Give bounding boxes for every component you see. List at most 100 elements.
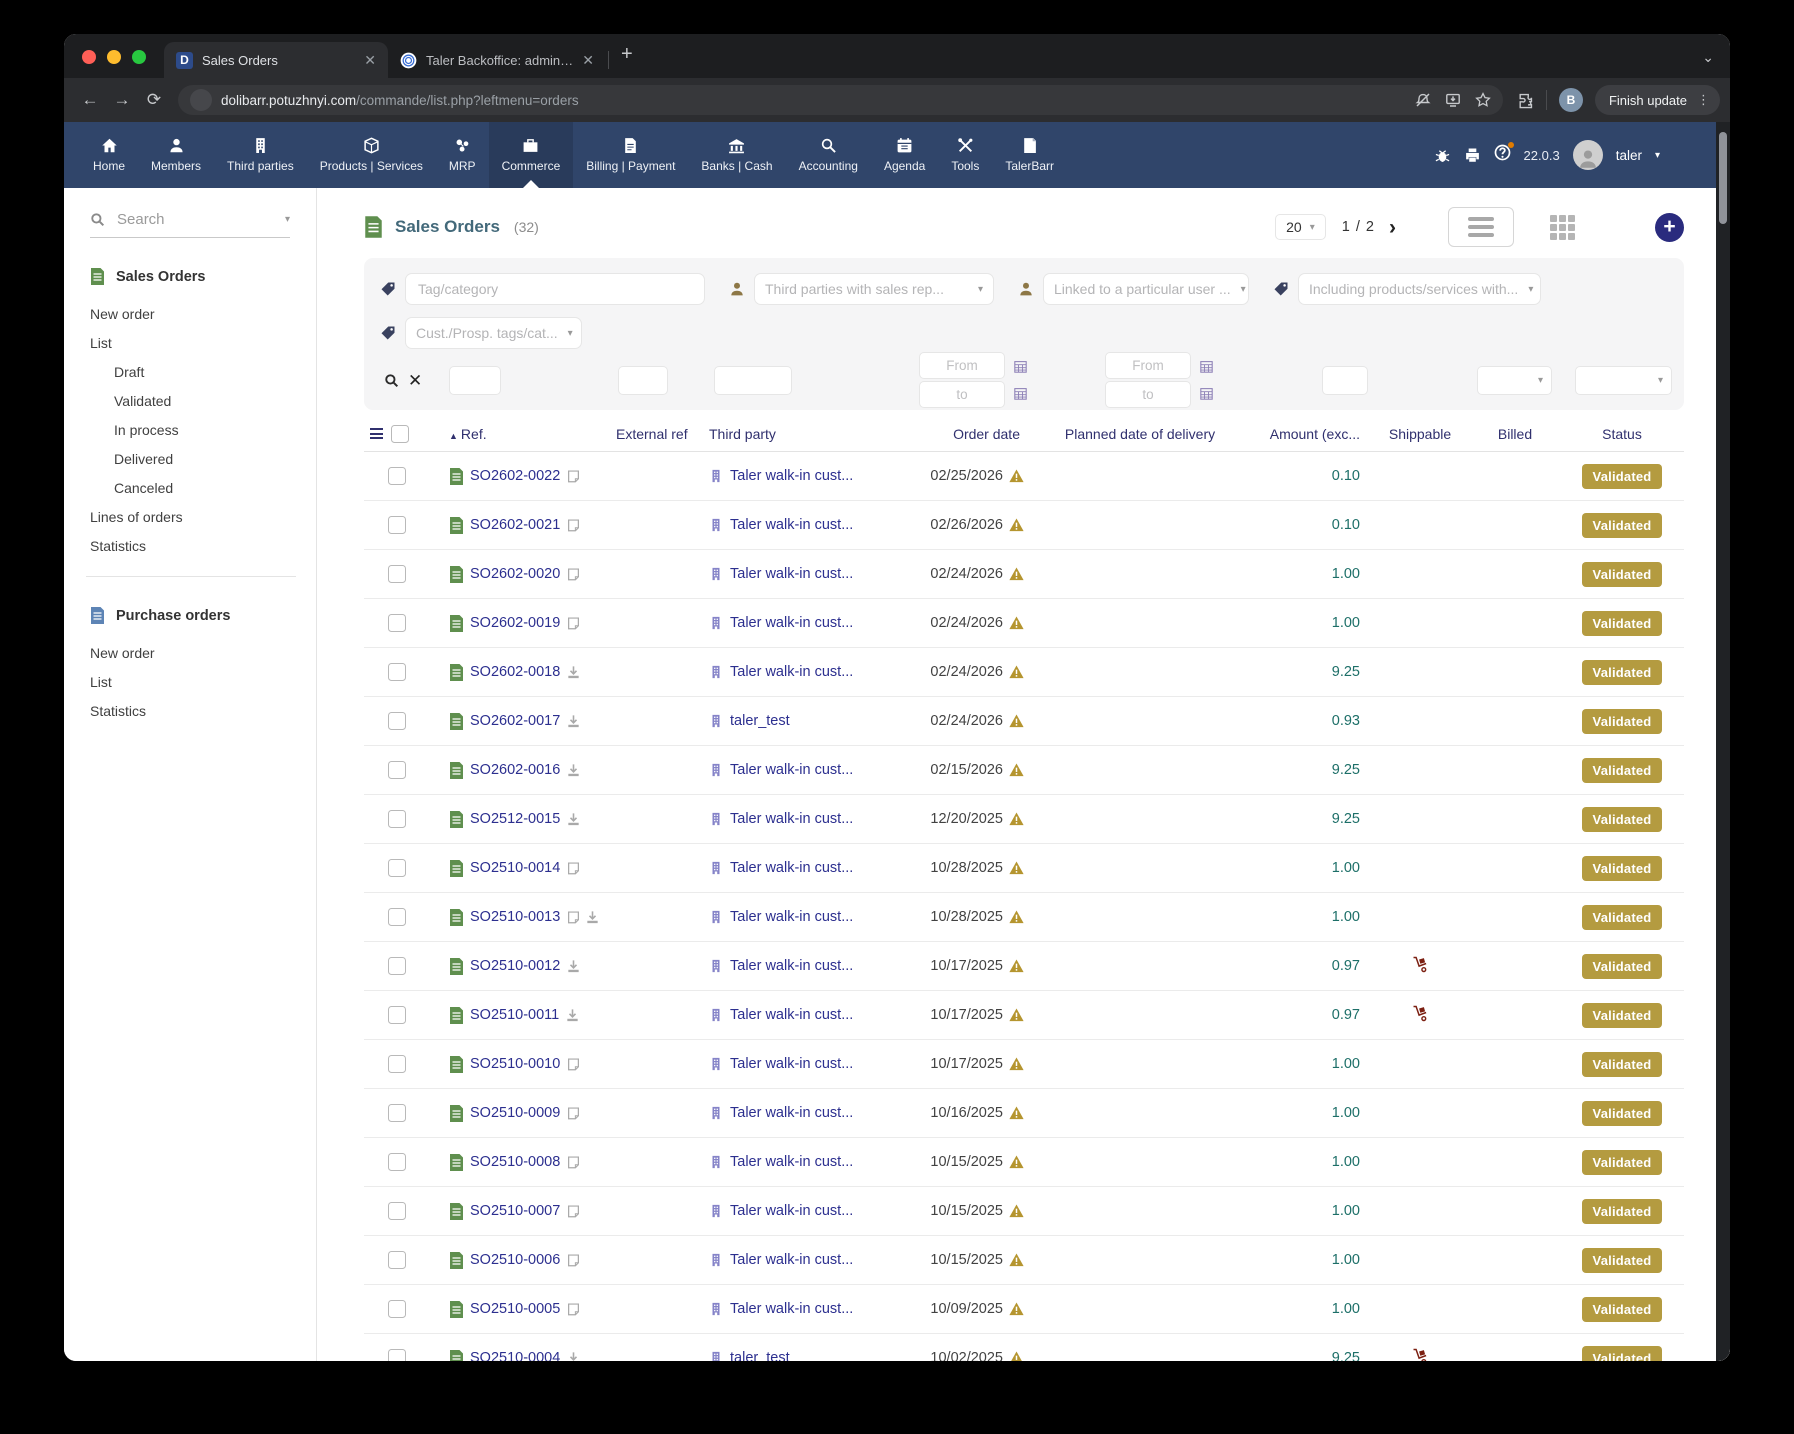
col-planned-delivery[interactable]: Planned date of delivery (1030, 426, 1250, 442)
sidebar-section-title[interactable]: Sales Orders (90, 268, 316, 285)
order-ref-link[interactable]: SO2510-0011 (470, 1007, 559, 1023)
search-caret-icon[interactable]: ▾ (285, 214, 290, 225)
sidebar-item-new-order[interactable]: New order (90, 299, 316, 328)
amount-value[interactable]: 9.25 (1332, 1350, 1360, 1361)
minimize-window-button[interactable] (107, 50, 121, 64)
order-ref-link[interactable]: SO2602-0016 (470, 762, 560, 778)
nav-item-mrp[interactable]: MRP (436, 122, 489, 188)
note-icon[interactable] (566, 469, 581, 484)
third-party-link[interactable]: Taler walk-in cust... (730, 1252, 853, 1268)
print-icon[interactable] (1464, 147, 1481, 164)
amount-value[interactable]: 9.25 (1332, 664, 1360, 680)
order-ref-link[interactable]: SO2602-0022 (470, 468, 560, 484)
sidebar-item-delivered[interactable]: Delivered (90, 444, 316, 473)
sidebar-item-canceled[interactable]: Canceled (90, 473, 316, 502)
list-view-button[interactable] (1448, 207, 1514, 247)
amount-value[interactable]: 1.00 (1332, 1301, 1360, 1317)
amount-value[interactable]: 9.25 (1332, 811, 1360, 827)
download-icon[interactable] (565, 1008, 580, 1023)
close-window-button[interactable] (82, 50, 96, 64)
row-checkbox[interactable] (388, 663, 406, 681)
third-party-link[interactable]: Taler walk-in cust... (730, 860, 853, 876)
status-filter-select[interactable]: ▾ (1575, 366, 1672, 395)
user-avatar[interactable] (1573, 140, 1603, 170)
amount-value[interactable]: 1.00 (1332, 1154, 1360, 1170)
third-party-link[interactable]: Taler walk-in cust... (730, 664, 853, 680)
sidebar-section-title[interactable]: Purchase orders (90, 607, 316, 624)
download-icon[interactable] (566, 812, 581, 827)
amount-value[interactable]: 1.00 (1332, 1252, 1360, 1268)
row-checkbox[interactable] (388, 1349, 406, 1361)
tab-search-icon[interactable]: ⌄ (1702, 49, 1714, 66)
tab-taler-backoffice[interactable]: Taler Backoffice: admin: Orde ✕ (388, 42, 606, 78)
browser-profile-avatar[interactable]: B (1559, 88, 1583, 112)
row-checkbox[interactable] (388, 565, 406, 583)
linked-user-select[interactable]: Linked to a particular user ...▾ (1043, 273, 1249, 305)
delivery-date-to-input[interactable] (1105, 381, 1191, 408)
third-party-link[interactable]: Taler walk-in cust... (730, 811, 853, 827)
sidebar-item-list[interactable]: List (90, 328, 316, 357)
col-ref[interactable]: ▲Ref. (445, 426, 612, 442)
row-checkbox[interactable] (388, 467, 406, 485)
products-tags-select[interactable]: Including products/services with...▾ (1298, 273, 1541, 305)
row-checkbox[interactable] (388, 712, 406, 730)
user-menu-caret-icon[interactable]: ▾ (1655, 150, 1660, 161)
note-icon[interactable] (566, 1253, 581, 1268)
third-party-link[interactable]: Taler walk-in cust... (730, 517, 853, 533)
download-icon[interactable] (566, 1351, 581, 1362)
clear-search-icon[interactable]: ✕ (408, 372, 422, 389)
third-party-link[interactable]: Taler walk-in cust... (730, 1105, 853, 1121)
third-party-link[interactable]: Taler walk-in cust... (730, 762, 853, 778)
third-party-link[interactable]: Taler walk-in cust... (730, 1154, 853, 1170)
order-date-from-input[interactable] (919, 352, 1005, 379)
reload-button[interactable]: ⟳ (138, 90, 170, 110)
sidebar-item-lines-of-orders[interactable]: Lines of orders (90, 502, 316, 531)
note-icon[interactable] (566, 518, 581, 533)
order-ref-link[interactable]: SO2510-0007 (470, 1203, 560, 1219)
sales-rep-select[interactable]: Third parties with sales rep...▾ (754, 273, 994, 305)
row-checkbox[interactable] (388, 1104, 406, 1122)
next-page-button[interactable]: › (1389, 217, 1396, 238)
order-ref-link[interactable]: SO2602-0019 (470, 615, 560, 631)
shippable-icon[interactable] (1412, 956, 1429, 973)
third-party-link[interactable]: Taler walk-in cust... (730, 1301, 853, 1317)
shippable-icon[interactable] (1412, 1005, 1429, 1022)
order-ref-link[interactable]: SO2602-0018 (470, 664, 560, 680)
amount-value[interactable]: 0.10 (1332, 468, 1360, 484)
nav-item-third-parties[interactable]: Third parties (214, 122, 307, 188)
nav-item-tools[interactable]: Tools (938, 122, 992, 188)
third-party-filter-input[interactable] (714, 366, 792, 395)
row-checkbox[interactable] (388, 908, 406, 926)
run-search-icon[interactable] (384, 373, 399, 388)
search-input[interactable] (115, 210, 245, 229)
nav-item-home[interactable]: Home (80, 122, 138, 188)
amount-value[interactable]: 0.10 (1332, 517, 1360, 533)
col-shippable[interactable]: Shippable (1370, 426, 1470, 442)
third-party-link[interactable]: taler_test (730, 1350, 790, 1361)
col-status[interactable]: Status (1560, 426, 1684, 442)
tag-category-input[interactable] (416, 280, 694, 298)
external-ref-filter-input[interactable] (618, 366, 668, 395)
note-icon[interactable] (566, 1057, 581, 1072)
amount-value[interactable]: 1.00 (1332, 615, 1360, 631)
row-checkbox[interactable] (388, 1251, 406, 1269)
note-icon[interactable] (566, 1302, 581, 1317)
sidebar-item-in-process[interactable]: In process (90, 415, 316, 444)
amount-filter-input[interactable] (1322, 366, 1368, 395)
window-controls[interactable] (82, 50, 146, 64)
row-checkbox[interactable] (388, 516, 406, 534)
order-ref-link[interactable]: SO2510-0008 (470, 1154, 560, 1170)
nav-item-commerce[interactable]: Commerce (489, 122, 574, 188)
third-party-link[interactable]: Taler walk-in cust... (730, 909, 853, 925)
nav-item-products-services[interactable]: Products | Services (307, 122, 436, 188)
col-amount[interactable]: Amount (exc... (1250, 426, 1370, 442)
col-billed[interactable]: Billed (1470, 426, 1560, 442)
order-ref-link[interactable]: SO2512-0015 (470, 811, 560, 827)
back-button[interactable]: ← (74, 90, 106, 110)
page-size-select[interactable]: 20▾ (1275, 214, 1326, 240)
third-party-link[interactable]: taler_test (730, 713, 790, 729)
order-ref-link[interactable]: SO2602-0021 (470, 517, 560, 533)
grid-view-icon[interactable] (1550, 215, 1575, 240)
new-tab-button[interactable]: + (621, 43, 633, 66)
row-checkbox[interactable] (388, 1300, 406, 1318)
